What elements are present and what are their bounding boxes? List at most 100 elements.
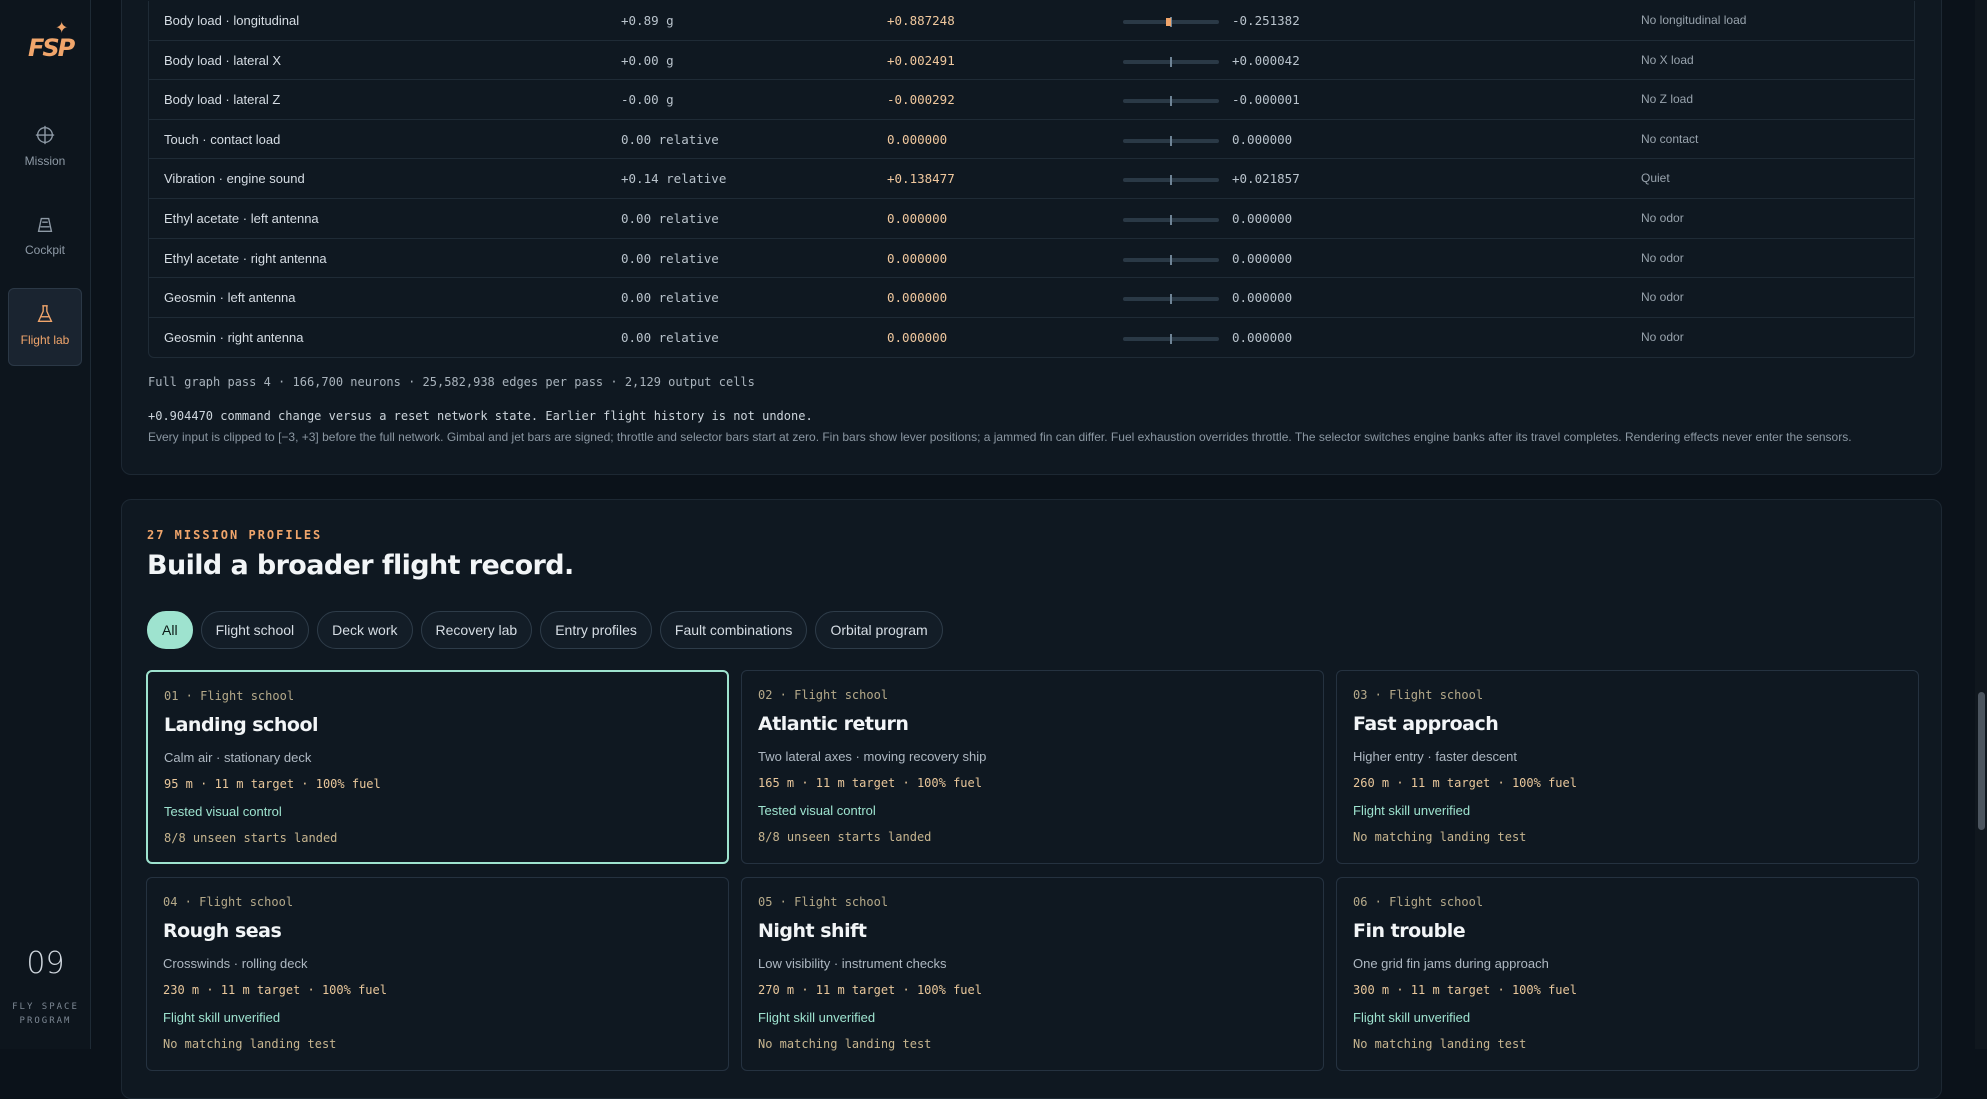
- sensor-bar-center: [1170, 175, 1172, 186]
- scrollbar[interactable]: [1975, 0, 1987, 1049]
- sensor-name: Ethyl acetate · left antenna: [164, 211, 319, 226]
- filter-chip[interactable]: All: [147, 611, 193, 649]
- sensor-row: Geosmin · right antenna 0.00 relative 0.00…: [149, 318, 1914, 358]
- sensor-value: 0.00 relative: [621, 250, 719, 266]
- sensor-bar: [1123, 215, 1219, 225]
- mission-title: Rough seas: [163, 920, 282, 942]
- sensor-delta: -0.000001: [1232, 92, 1300, 108]
- clip-note: Every input is clipped to [−3, +3] befor…: [148, 430, 1852, 444]
- sensor-row: Body load · lateral Z -0.00 g -0.000292 -0.…: [149, 80, 1914, 120]
- mission-card[interactable]: 02 · Flight school Atlantic return Two lat…: [741, 670, 1324, 864]
- mission-description: Low visibility · instrument checks: [758, 956, 947, 971]
- mission-card[interactable]: 04 · Flight school Rough seas Crosswinds ·…: [146, 877, 729, 1071]
- sensor-note: No odor: [1641, 250, 1684, 265]
- mission-number: 02 · Flight school: [758, 688, 889, 702]
- filter-chip[interactable]: Flight school: [200, 611, 310, 649]
- sensor-bar-center: [1170, 215, 1172, 225]
- sensor-bar-fill: [1165, 18, 1171, 26]
- sensor-row: Touch · contact load 0.00 relative 0.00000…: [149, 120, 1914, 160]
- mission-filters: All Flight school Deck work Recovery lab Ent…: [147, 611, 943, 649]
- sensor-command: 0.000000: [887, 290, 948, 306]
- mission-description: Calm air · stationary deck: [164, 750, 312, 765]
- sensor-note: No X load: [1641, 52, 1694, 67]
- sensor-bar: [1123, 175, 1219, 186]
- nav-label: Mission: [24, 154, 66, 168]
- mission-result: No matching landing test: [1353, 830, 1527, 844]
- mission-number: 04 · Flight school: [163, 895, 294, 909]
- sensor-panel: Body load · longitudinal +0.89 g +0.887248…: [121, 0, 1942, 475]
- mission-description: One grid fin jams during approach: [1353, 956, 1549, 971]
- sensor-command: 0.000000: [887, 329, 948, 345]
- sensor-delta: -0.251382: [1232, 13, 1300, 28]
- sensor-command: -0.000292: [887, 92, 955, 108]
- sensor-delta: +0.021857: [1232, 171, 1300, 187]
- crosshair-icon: [35, 125, 55, 145]
- sensor-value: 0.00 relative: [621, 329, 719, 345]
- mission-title: Landing school: [164, 714, 319, 736]
- sensor-delta: 0.000000: [1232, 131, 1293, 147]
- mission-title: Night shift: [758, 920, 867, 942]
- mission-description: Two lateral axes · moving recovery ship: [758, 749, 987, 764]
- mission-card[interactable]: 06 · Flight school Fin trouble One grid fi…: [1336, 877, 1919, 1071]
- mission-status: Flight skill unverified: [1353, 1010, 1471, 1025]
- sensor-command: +0.002491: [887, 52, 955, 68]
- scrollbar-thumb[interactable]: [1978, 692, 1985, 830]
- sensor-name: Body load · lateral X: [164, 52, 282, 68]
- mission-spec: 230 m · 11 m target · 100% fuel: [163, 983, 387, 997]
- sensor-value: 0.00 relative: [621, 131, 719, 147]
- mission-result: 8/8 unseen starts landed: [758, 830, 932, 844]
- sensor-row: Geosmin · left antenna 0.00 relative 0.000…: [149, 278, 1914, 318]
- sensor-row: Body load · longitudinal +0.89 g +0.887248…: [149, 1, 1914, 41]
- mission-number: 05 · Flight school: [758, 895, 889, 909]
- sensor-command: +0.138477: [887, 171, 955, 187]
- sensor-row: Ethyl acetate · right antenna 0.00 relati…: [149, 239, 1914, 279]
- filter-chip[interactable]: Entry profiles: [540, 611, 652, 649]
- sensor-name: Vibration · engine sound: [164, 171, 305, 187]
- sensor-value: +0.14 relative: [621, 171, 727, 187]
- mission-result: 8/8 unseen starts landed: [164, 831, 338, 845]
- sensor-note: No odor: [1641, 211, 1684, 225]
- program-name: FLY SPACE PROGRAM: [12, 1002, 79, 1026]
- filter-chip[interactable]: Deck work: [317, 611, 413, 649]
- mission-card[interactable]: 05 · Flight school Night shift Low visibil…: [741, 877, 1324, 1071]
- sensor-command: 0.000000: [887, 131, 948, 147]
- sensor-delta: 0.000000: [1232, 211, 1293, 226]
- episode-number: 09: [26, 946, 65, 981]
- nav-flight-lab[interactable]: Flight lab: [8, 288, 82, 366]
- mission-number: 06 · Flight school: [1353, 895, 1484, 909]
- sensor-delta: +0.000042: [1232, 52, 1300, 68]
- missions-headline: Build a broader flight record.: [147, 550, 574, 581]
- sensor-row: Vibration · engine sound +0.14 relative +0…: [149, 159, 1914, 199]
- mission-spec: 95 m · 11 m target · 100% fuel: [164, 777, 381, 791]
- mission-title: Fin trouble: [1353, 920, 1466, 942]
- sensor-bar-center: [1170, 135, 1172, 146]
- sensor-command: 0.000000: [887, 211, 948, 226]
- sensor-row: Ethyl acetate · left antenna 0.00 relativ…: [149, 199, 1914, 239]
- sensor-delta: 0.000000: [1232, 290, 1293, 306]
- sensor-command: 0.000000: [887, 250, 948, 266]
- nav-mission[interactable]: Mission: [8, 110, 82, 188]
- command-change: +0.904470 command change versus a reset …: [148, 409, 813, 423]
- sensor-value: -0.00 g: [621, 92, 674, 108]
- sensor-bar: [1123, 294, 1219, 305]
- filter-chip[interactable]: Recovery lab: [420, 611, 533, 649]
- sensor-bar: [1123, 17, 1219, 27]
- mission-status: Flight skill unverified: [1353, 803, 1471, 818]
- sensor-bar: [1123, 56, 1219, 67]
- nav-label: Cockpit: [24, 243, 65, 257]
- sensor-row: Body load · lateral X +0.00 g +0.002491 +0.…: [149, 41, 1914, 81]
- graph-pass-summary: Full graph pass 4 · 166,700 neurons · 25…: [148, 375, 755, 389]
- sensor-name: Ethyl acetate · right antenna: [164, 250, 327, 266]
- filter-chip[interactable]: Orbital program: [815, 611, 943, 649]
- nav-cockpit[interactable]: Cockpit: [8, 199, 82, 277]
- mission-card[interactable]: 01 · Flight school Landing school Calm air…: [146, 670, 729, 864]
- mission-card[interactable]: 03 · Flight school Fast approach Higher en…: [1336, 670, 1919, 864]
- brand-logo: FSP ✦: [24, 18, 75, 66]
- filter-chip[interactable]: Fault combinations: [659, 611, 808, 649]
- sensor-value: +0.89 g: [621, 13, 674, 28]
- mission-number: 01 · Flight school: [164, 689, 295, 703]
- sensor-bar: [1123, 135, 1219, 146]
- sensor-bar-center: [1170, 56, 1172, 67]
- sensor-command: +0.887248: [887, 13, 955, 28]
- mission-title: Atlantic return: [758, 713, 909, 735]
